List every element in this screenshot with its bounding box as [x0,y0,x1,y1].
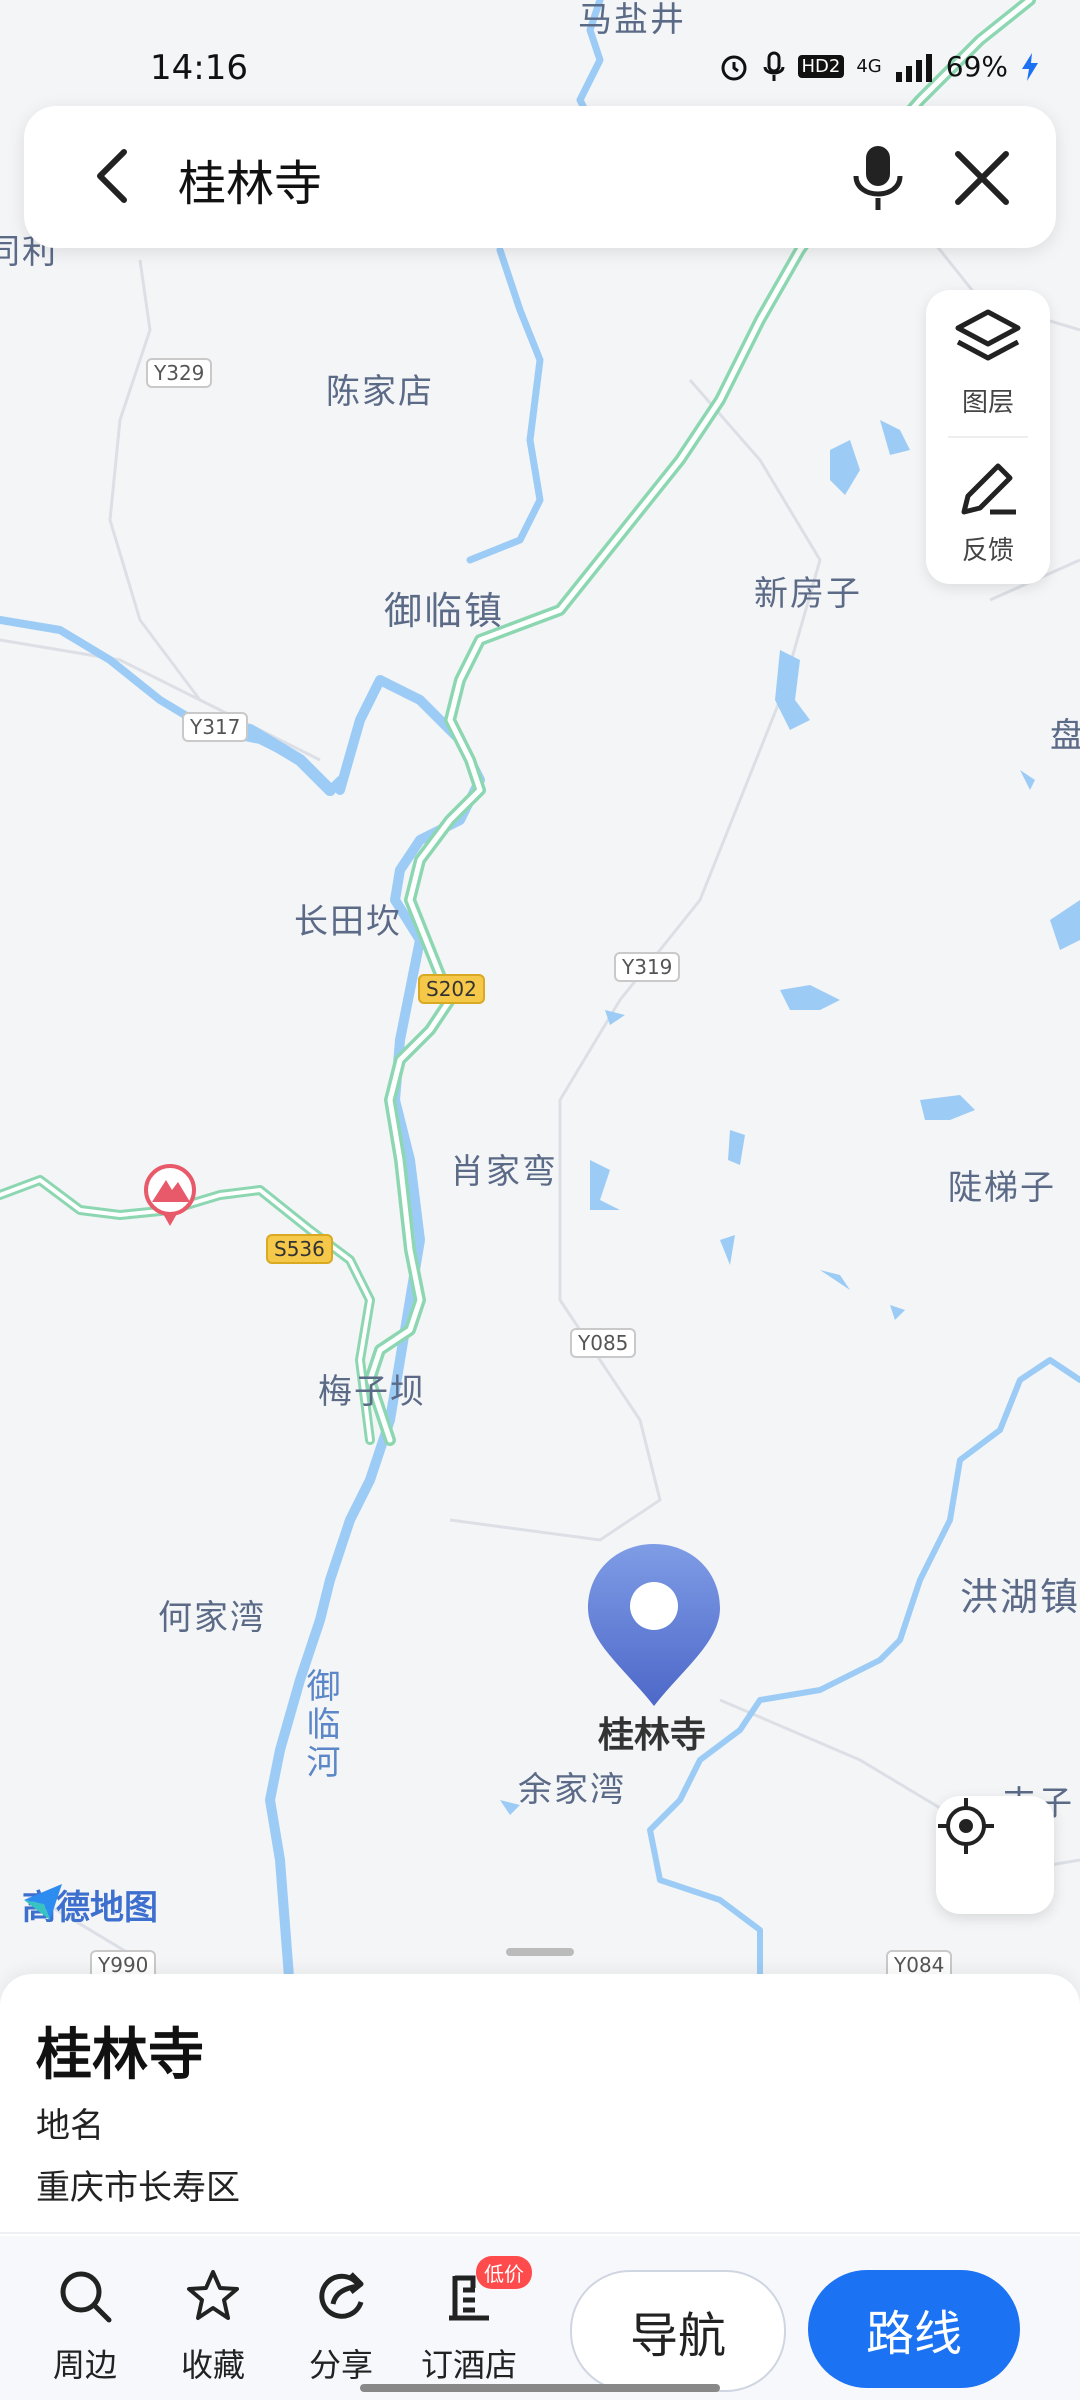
favorite-button[interactable]: 收藏 [158,2236,268,2400]
road-tag: Y085 [570,1328,637,1358]
navigate-button[interactable]: 导航 [570,2270,786,2392]
share-button[interactable]: 分享 [286,2236,396,2400]
mic-icon[interactable] [850,142,906,214]
place-address: 重庆市长寿区 [36,2168,240,2208]
star-icon [187,2270,239,2320]
place-sheet: 桂林寺 地名 重庆市长寿区 周边 收藏 分享 低价 订酒店 导航 路线 [0,1948,1080,2400]
map-label: 梅子坝 [318,1372,426,1412]
search-query[interactable]: 桂林寺 [178,144,322,214]
map-canvas[interactable]: 马盐井 同利 陈家店 御临镇 新房子 盘 长田坎 肖家弯 陡梯子 梅子坝 何家湾… [0,0,1080,1990]
brand-logo: 高德地图 [22,1880,158,1929]
mic-status-icon [763,51,784,81]
map-label: 洪湖镇 [960,1575,1080,1619]
layers-button[interactable]: 图层 [926,290,1050,436]
map-label: 御临镇 [384,589,505,633]
place-title: 桂林寺 [36,2023,204,2088]
hd-icon: HD2 [797,55,845,78]
charging-icon [1022,52,1038,81]
sheet-handle[interactable] [506,1948,574,1956]
amap-logo-icon [24,1884,62,1920]
location-pin[interactable] [586,1542,722,1708]
map-background [0,0,1080,1990]
map-label: 陡梯子 [948,1168,1056,1208]
status-bar: 14:16 HD2 4G 69% [0,0,1080,110]
back-icon[interactable] [84,146,144,206]
search-bar[interactable]: 桂林寺 [24,106,1056,248]
road-tag: Y317 [182,712,249,742]
map-label: 何家湾 [158,1598,266,1638]
search-icon [60,2271,112,2323]
place-type: 地名 [36,2106,104,2146]
road-tag: Y329 [146,358,213,388]
signal-icon [895,53,932,82]
status-icons: HD2 4G 69% [718,50,1041,83]
nearby-label: 周边 [52,2346,117,2384]
layers-label: 图层 [961,388,1014,418]
pin-icon [588,1544,720,1706]
status-time: 14:16 [150,48,248,88]
feedback-button[interactable]: 反馈 [926,438,1050,584]
road-tag: S202 [418,974,485,1004]
feedback-label: 反馈 [961,536,1014,566]
map-label: 盘 [1050,716,1080,756]
road-tag: S536 [266,1234,333,1264]
road-tag: Y319 [614,952,681,982]
hotel-badge: 低价 [476,2256,532,2289]
layers-icon [955,309,1021,361]
hotel-label: 订酒店 [420,2346,517,2384]
river-label: 御临河 [300,1668,340,1782]
route-button[interactable]: 路线 [808,2270,1020,2388]
alarm-icon [721,55,746,80]
map-label: 新房子 [754,574,862,614]
home-indicator[interactable] [360,2384,720,2392]
pen-icon [961,463,1016,515]
action-bar: 周边 收藏 分享 低价 订酒店 导航 路线 [0,2236,1080,2400]
map-label: 余家湾 [518,1770,626,1810]
favorite-label: 收藏 [180,2346,245,2384]
share-label: 分享 [308,2346,373,2384]
share-icon [319,2272,364,2319]
map-label: 肖家弯 [450,1152,558,1192]
battery-percent: 69% [945,50,1008,83]
pin-label: 桂林寺 [598,1715,707,1756]
close-icon[interactable] [952,148,1012,208]
map-tools: 图层 反馈 [926,290,1050,584]
sheet-divider [0,2232,1080,2234]
nearby-button[interactable]: 周边 [30,2236,140,2400]
map-label: 长田坎 [294,902,402,942]
hotel-button[interactable]: 低价 订酒店 [414,2236,532,2400]
network-label: 4G [856,56,882,77]
map-label: 陈家店 [326,372,434,412]
locate-button[interactable] [936,1796,1054,1914]
crosshair-icon [938,1798,994,1854]
